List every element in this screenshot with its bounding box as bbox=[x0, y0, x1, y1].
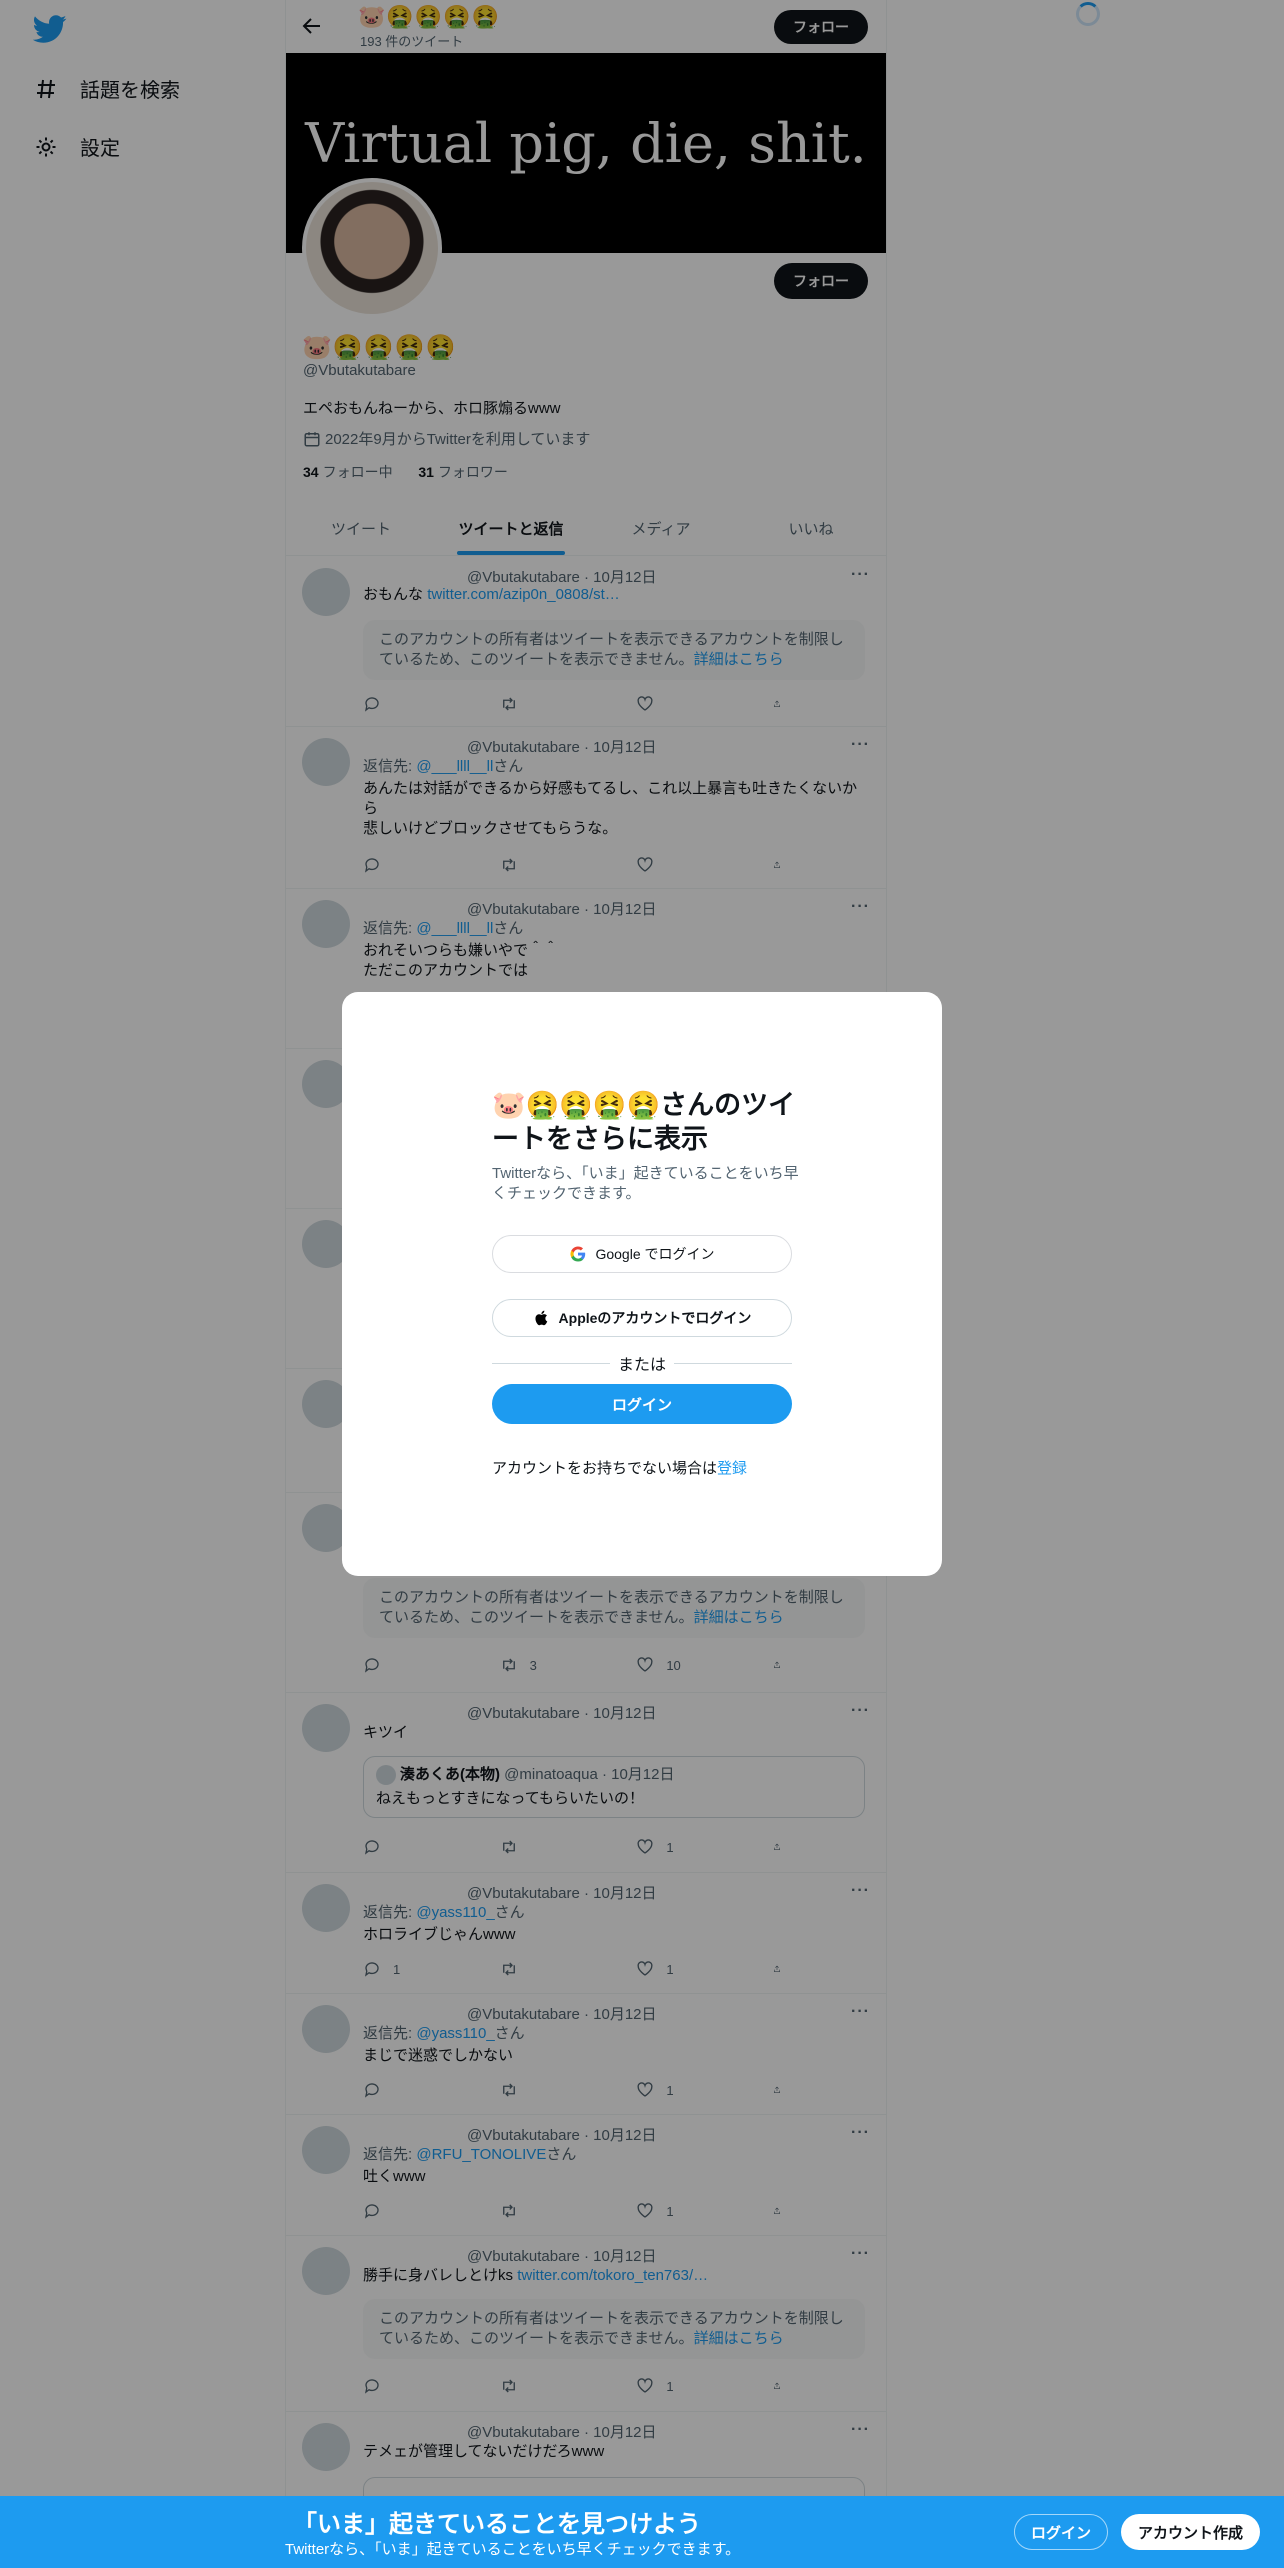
bottom-bar-title: 「いま」起きていることを見つけよう bbox=[293, 2511, 701, 2538]
signup-link[interactable]: 登録 bbox=[717, 1460, 747, 1477]
modal-subtitle: Twitterなら、「いま」起きていることをいち早くチェックできます。 bbox=[492, 1165, 799, 1202]
modal-login-button[interactable]: ログイン bbox=[492, 1384, 792, 1424]
or-divider: または bbox=[492, 1351, 793, 1375]
google-icon bbox=[570, 1246, 586, 1262]
bottom-login-button[interactable]: ログイン bbox=[1014, 2514, 1108, 2550]
apple-login-button[interactable]: Appleのアカウントでログイン bbox=[492, 1299, 792, 1337]
signup-prompt: アカウントをお持ちでない場合は登録 bbox=[492, 1460, 748, 1477]
login-prompt-modal: 🐷🤮🤮🤮🤮さんのツイートをさらに表示 Twitterなら、「いま」起きていること… bbox=[342, 992, 942, 1576]
apple-login-label: Appleのアカウントでログイン bbox=[558, 1310, 752, 1326]
bottom-signup-bar: 「いま」起きていることを見つけよう Twitterなら、「いま」起きていることを… bbox=[0, 2496, 1284, 2568]
google-login-button[interactable]: Google でログイン bbox=[492, 1235, 792, 1273]
bottom-bar-subtitle: Twitterなら、「いま」起きていることをいち早くチェックできます。 bbox=[285, 2541, 741, 2558]
apple-icon bbox=[535, 1310, 547, 1326]
bottom-signup-button[interactable]: アカウント作成 bbox=[1121, 2514, 1260, 2550]
modal-title: 🐷🤮🤮🤮🤮さんのツイートをさらに表示 bbox=[492, 1090, 796, 1154]
google-login-label: Google でログイン bbox=[595, 1246, 715, 1262]
